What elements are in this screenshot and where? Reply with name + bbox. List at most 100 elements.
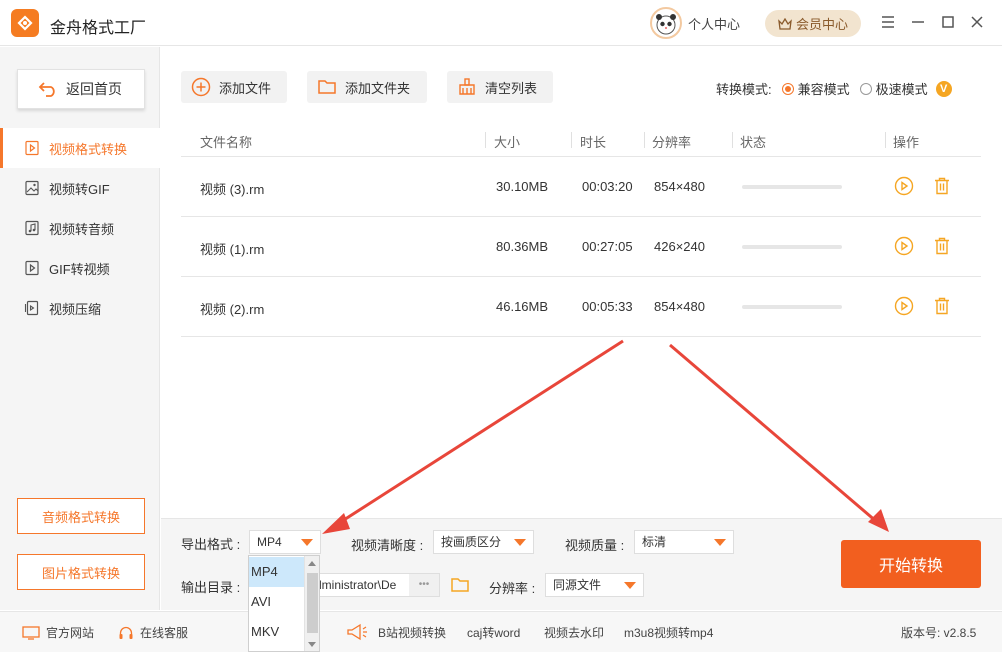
sidebar-item-label: 视频转音频 bbox=[49, 221, 115, 237]
sidebar-item-video-to-gif[interactable]: 视频转GIF bbox=[0, 168, 160, 208]
file-name: 视频 (2).rm bbox=[200, 302, 265, 317]
music-icon bbox=[25, 220, 39, 236]
file-name: 视频 (3).rm bbox=[200, 182, 265, 197]
footer-link-bilibili[interactable]: B站视频转换 bbox=[378, 624, 446, 641]
fast-mode-radio[interactable] bbox=[859, 82, 872, 95]
quality-select[interactable]: 标清 bbox=[634, 530, 734, 554]
image-convert-button[interactable]: 图片格式转换 bbox=[17, 554, 145, 590]
format-option-mp4[interactable]: MP4 bbox=[249, 557, 305, 587]
output-dir-label: 输出目录 : bbox=[181, 580, 241, 595]
convert-mode: 转换模式: 兼容模式 极速模式 V bbox=[716, 79, 952, 98]
play-preview-icon[interactable] bbox=[894, 176, 914, 196]
folder-icon bbox=[318, 80, 336, 94]
maximize-icon[interactable] bbox=[939, 13, 957, 31]
online-service-link[interactable]: 在线客服 bbox=[118, 624, 188, 641]
sidebar-item-video-compress[interactable]: 视频压缩 bbox=[0, 288, 160, 328]
add-folder-button[interactable]: 添加文件夹 bbox=[307, 71, 427, 103]
chevron-down-icon bbox=[301, 539, 313, 546]
avatar bbox=[650, 7, 682, 39]
footer-link-watermark[interactable]: 视频去水印 bbox=[544, 624, 604, 641]
trash-icon[interactable] bbox=[932, 176, 952, 196]
chevron-down-icon bbox=[624, 582, 636, 589]
scroll-down-icon[interactable] bbox=[308, 642, 316, 648]
column-divider bbox=[485, 132, 486, 148]
minimize-icon[interactable] bbox=[909, 13, 927, 31]
table-header: 文件名称 大小 时长 分辨率 状态 操作 bbox=[181, 124, 981, 157]
add-folder-label: 添加文件夹 bbox=[345, 80, 411, 96]
open-folder-icon[interactable] bbox=[450, 575, 470, 595]
export-format-label: 导出格式 : bbox=[181, 537, 241, 552]
progress-bar bbox=[742, 185, 842, 189]
format-option-mkv[interactable]: MKV bbox=[249, 617, 305, 647]
table-row: 视频 (1).rm 80.36MB 00:27:05 426×240 bbox=[181, 217, 981, 277]
personal-center-button[interactable]: 个人中心 bbox=[650, 7, 740, 39]
back-home-label: 返回首页 bbox=[66, 81, 122, 97]
file-name: 视频 (1).rm bbox=[200, 242, 265, 257]
online-service-label: 在线客服 bbox=[140, 626, 189, 640]
file-size: 30.10MB bbox=[496, 179, 549, 194]
title-bar: 金舟格式工厂 个人中心 会员中心 bbox=[0, 0, 1002, 46]
add-file-button[interactable]: 添加文件 bbox=[181, 71, 287, 103]
sidebar: 返回首页 视频格式转换 视频转GIF 视频转音频 GIF转视频 视频压缩 音频格… bbox=[0, 47, 160, 610]
compatible-mode-label[interactable]: 兼容模式 bbox=[798, 79, 850, 98]
header-action: 操作 bbox=[893, 135, 920, 150]
format-dropdown-list: MP4 AVI MKV bbox=[248, 555, 320, 652]
output-dir-input[interactable]: dministrator\De ••• bbox=[310, 573, 440, 597]
format-option-avi[interactable]: AVI bbox=[249, 587, 305, 617]
arrow-to-start bbox=[669, 343, 889, 532]
column-divider bbox=[732, 132, 733, 148]
column-divider bbox=[885, 132, 886, 148]
quality-value: 标清 bbox=[642, 535, 667, 549]
file-resolution: 426×240 bbox=[654, 239, 705, 254]
footer: 官方网站 在线客服 B站视频转换 caj转word 视频去水印 m3u8视频转m… bbox=[0, 611, 1002, 652]
headset-icon bbox=[119, 626, 133, 639]
play-preview-icon[interactable] bbox=[894, 236, 914, 256]
clear-list-button[interactable]: 清空列表 bbox=[447, 71, 553, 103]
export-format-select[interactable]: MP4 bbox=[249, 530, 321, 554]
file-resolution: 854×480 bbox=[654, 299, 705, 314]
dropdown-scrollbar[interactable] bbox=[304, 556, 319, 651]
compatible-mode-radio[interactable] bbox=[781, 82, 794, 95]
scrollbar-thumb[interactable] bbox=[307, 573, 318, 633]
close-icon[interactable] bbox=[968, 13, 986, 31]
trash-icon[interactable] bbox=[932, 296, 952, 316]
back-home-button[interactable]: 返回首页 bbox=[17, 69, 145, 109]
sidebar-item-video-convert[interactable]: 视频格式转换 bbox=[0, 128, 160, 168]
sidebar-item-label: 视频转GIF bbox=[49, 181, 110, 197]
file-duration: 00:27:05 bbox=[582, 239, 633, 254]
sidebar-item-label: 视频压缩 bbox=[49, 301, 102, 317]
add-file-label: 添加文件 bbox=[219, 80, 272, 96]
scroll-up-icon[interactable] bbox=[308, 560, 316, 566]
footer-link-caj-word[interactable]: caj转word bbox=[467, 624, 520, 641]
play-icon bbox=[25, 260, 39, 276]
file-duration: 00:03:20 bbox=[582, 179, 633, 194]
clarity-value: 按画质区分 bbox=[441, 535, 502, 549]
clear-list-label: 清空列表 bbox=[485, 80, 538, 96]
sidebar-item-label: GIF转视频 bbox=[49, 261, 110, 277]
browse-more-button[interactable]: ••• bbox=[409, 574, 439, 596]
trash-icon[interactable] bbox=[932, 236, 952, 256]
resolution-value: 同源文件 bbox=[553, 578, 602, 592]
plus-circle-icon bbox=[191, 77, 211, 97]
header-status: 状态 bbox=[740, 135, 767, 150]
broom-icon bbox=[459, 78, 475, 95]
sidebar-item-video-to-audio[interactable]: 视频转音频 bbox=[0, 208, 160, 248]
start-convert-button[interactable]: 开始转换 bbox=[841, 540, 981, 588]
audio-convert-button[interactable]: 音频格式转换 bbox=[17, 498, 145, 534]
resolution-label: 分辨率 : bbox=[489, 581, 536, 596]
header-name: 文件名称 bbox=[200, 135, 253, 150]
chevron-down-icon bbox=[514, 539, 526, 546]
resolution-select[interactable]: 同源文件 bbox=[545, 573, 644, 597]
fast-mode-label[interactable]: 极速模式 bbox=[876, 79, 928, 98]
file-resolution: 854×480 bbox=[654, 179, 705, 194]
sidebar-item-gif-to-video[interactable]: GIF转视频 bbox=[0, 248, 160, 288]
menu-icon[interactable] bbox=[879, 13, 897, 31]
official-site-link[interactable]: 官方网站 bbox=[22, 624, 94, 641]
compress-icon bbox=[24, 300, 39, 316]
export-format-value: MP4 bbox=[257, 535, 282, 549]
vip-center-button[interactable]: 会员中心 bbox=[765, 10, 861, 37]
footer-link-m3u8[interactable]: m3u8视频转mp4 bbox=[624, 624, 713, 641]
play-preview-icon[interactable] bbox=[894, 296, 914, 316]
column-divider bbox=[644, 132, 645, 148]
clarity-select[interactable]: 按画质区分 bbox=[433, 530, 534, 554]
